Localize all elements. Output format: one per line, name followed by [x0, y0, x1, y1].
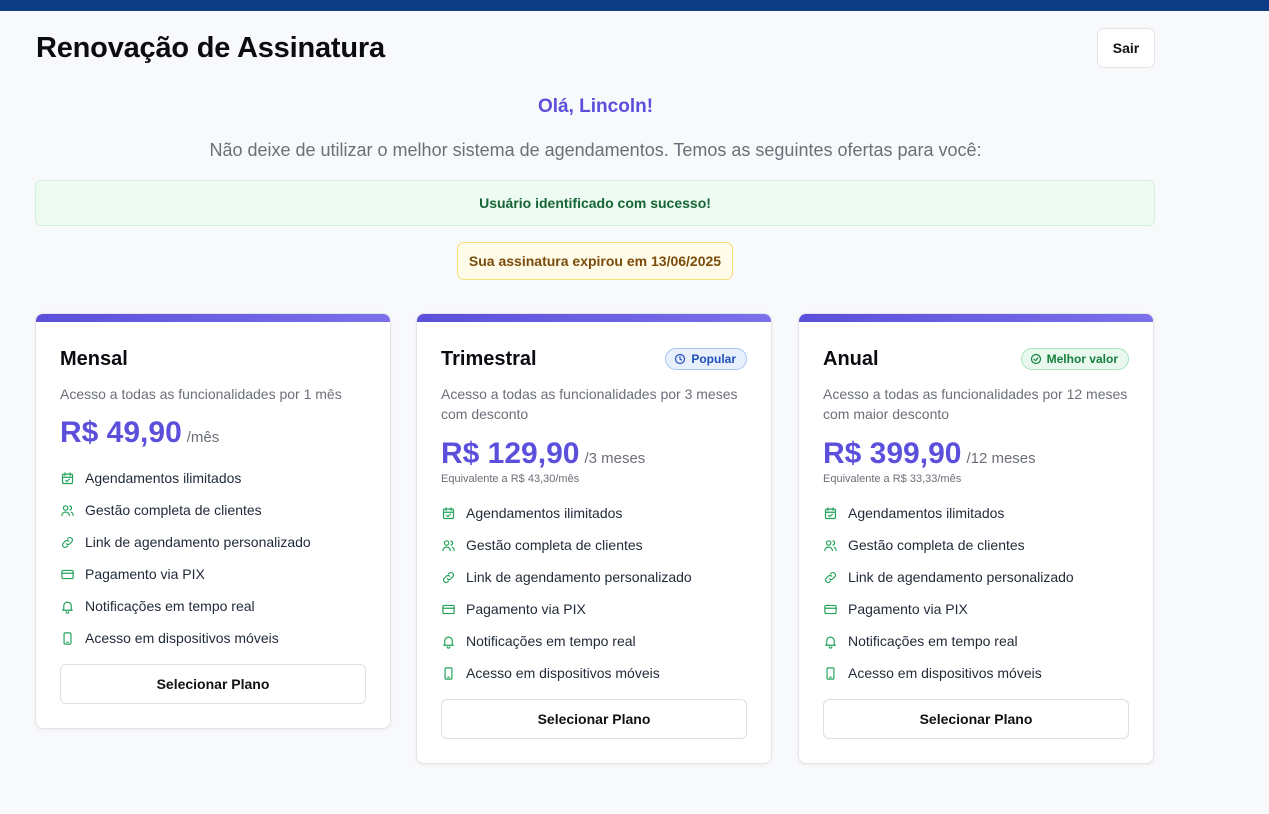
bell-icon	[62, 601, 73, 614]
smartphone-icon	[63, 631, 72, 645]
logout-button[interactable]: Sair	[1097, 28, 1155, 68]
feature-label: Acesso em dispositivos móveis	[466, 665, 660, 681]
feature-item: Agendamentos ilimitados	[60, 462, 366, 494]
feature-item: Pagamento via PIX	[823, 593, 1129, 625]
feature-item: Notificações em tempo real	[60, 590, 366, 622]
calendar-check-icon	[61, 471, 74, 484]
feature-label: Link de agendamento personalizado	[466, 569, 692, 585]
plan-card-anual: Anual Melhor valor Acesso a todas as fun…	[798, 313, 1154, 764]
plan-name: Mensal	[60, 348, 128, 370]
bell-icon	[825, 636, 836, 649]
feature-item: Link de agendamento personalizado	[441, 561, 747, 593]
calendar-check-icon	[442, 506, 455, 519]
feature-item: Agendamentos ilimitados	[823, 497, 1129, 529]
smartphone-icon	[444, 666, 453, 680]
card-accent-bar	[799, 314, 1153, 322]
feature-label: Notificações em tempo real	[848, 633, 1018, 649]
feature-item: Agendamentos ilimitados	[441, 497, 747, 529]
feature-label: Notificações em tempo real	[466, 633, 636, 649]
clock-icon	[675, 353, 686, 365]
plan-equivalent: Equivalente a R$ 33,33/mês	[823, 473, 962, 485]
select-plan-button[interactable]: Selecionar Plano	[60, 664, 366, 704]
feature-item: Acesso em dispositivos móveis	[823, 657, 1129, 689]
bell-icon	[443, 636, 454, 649]
calendar-check-icon	[824, 506, 837, 519]
feature-label: Acesso em dispositivos móveis	[848, 665, 1042, 681]
plan-equivalent: Equivalente a R$ 43,30/mês	[441, 473, 580, 485]
plan-price: R$ 129,90	[441, 437, 580, 470]
feature-label: Notificações em tempo real	[85, 598, 255, 614]
badge-label: Melhor valor	[1046, 352, 1118, 366]
feature-label: Pagamento via PIX	[85, 566, 205, 582]
best-value-badge: Melhor valor	[1020, 348, 1129, 370]
feature-item: Link de agendamento personalizado	[823, 561, 1129, 593]
plan-price: R$ 49,90	[60, 416, 182, 449]
feature-label: Gestão completa de clientes	[85, 502, 262, 518]
feature-label: Link de agendamento personalizado	[85, 534, 311, 550]
page-title: Renovação de Assinatura	[36, 32, 385, 64]
success-alert: Usuário identificado com sucesso!	[35, 180, 1155, 226]
success-alert-text: Usuário identificado com sucesso!	[479, 195, 711, 211]
feature-item: Gestão completa de clientes	[441, 529, 747, 561]
feature-label: Pagamento via PIX	[466, 601, 586, 617]
subtitle: Não deixe de utilizar o melhor sistema d…	[209, 140, 982, 160]
feature-item: Link de agendamento personalizado	[60, 526, 366, 558]
feature-item: Pagamento via PIX	[441, 593, 747, 625]
feature-item: Notificações em tempo real	[823, 625, 1129, 657]
feature-item: Acesso em dispositivos móveis	[60, 622, 366, 654]
credit-card-icon	[442, 604, 455, 614]
link-icon	[825, 571, 836, 583]
plan-card-trimestral: Trimestral Popular Acesso a todas as fun…	[416, 313, 772, 764]
plan-card-mensal: Mensal Acesso a todas as funcionalidades…	[35, 313, 391, 729]
select-plan-button[interactable]: Selecionar Plano	[441, 699, 747, 739]
feature-item: Acesso em dispositivos móveis	[441, 657, 747, 689]
credit-card-icon	[824, 604, 837, 614]
popular-badge: Popular	[665, 348, 747, 370]
users-icon	[61, 504, 74, 516]
smartphone-icon	[826, 666, 835, 680]
feature-label: Gestão completa de clientes	[466, 537, 643, 553]
badge-label: Popular	[691, 352, 736, 366]
plan-period: /3 meses	[584, 450, 646, 467]
link-icon	[62, 536, 73, 548]
top-accent-bar	[0, 0, 1269, 11]
greeting: Olá, Lincoln!	[537, 96, 654, 117]
card-accent-bar	[417, 314, 771, 322]
feature-label: Gestão completa de clientes	[848, 537, 1025, 553]
feature-label: Agendamentos ilimitados	[85, 470, 242, 486]
feature-list: Agendamentos ilimitados Gestão completa d…	[823, 497, 1129, 689]
select-plan-button[interactable]: Selecionar Plano	[823, 699, 1129, 739]
feature-item: Pagamento via PIX	[60, 558, 366, 590]
link-icon	[443, 571, 454, 583]
feature-label: Pagamento via PIX	[848, 601, 968, 617]
plan-description: Acesso a todas as funcionalidades por 1 …	[60, 386, 342, 402]
check-circle-icon	[1030, 353, 1041, 365]
users-icon	[824, 539, 837, 551]
feature-label: Agendamentos ilimitados	[466, 505, 623, 521]
credit-card-icon	[61, 569, 74, 579]
feature-list: Agendamentos ilimitados Gestão completa d…	[60, 462, 366, 654]
plan-description: Acesso a todas as funcionalidades por 3 …	[441, 386, 738, 422]
feature-item: Gestão completa de clientes	[823, 529, 1129, 561]
card-accent-bar	[36, 314, 390, 322]
expired-notice-text: Sua assinatura expirou em 13/06/2025	[468, 253, 722, 269]
expired-notice: Sua assinatura expirou em 13/06/2025	[457, 242, 733, 280]
plan-period: /mês	[186, 429, 220, 446]
feature-item: Gestão completa de clientes	[60, 494, 366, 526]
feature-label: Acesso em dispositivos móveis	[85, 630, 279, 646]
feature-item: Notificações em tempo real	[441, 625, 747, 657]
feature-label: Link de agendamento personalizado	[848, 569, 1074, 585]
users-icon	[442, 539, 455, 551]
feature-list: Agendamentos ilimitados Gestão completa d…	[441, 497, 747, 689]
plan-period: /12 meses	[966, 450, 1036, 467]
feature-label: Agendamentos ilimitados	[848, 505, 1005, 521]
plan-price: R$ 399,90	[823, 437, 962, 470]
plan-description: Acesso a todas as funcionalidades por 12…	[823, 386, 1128, 422]
